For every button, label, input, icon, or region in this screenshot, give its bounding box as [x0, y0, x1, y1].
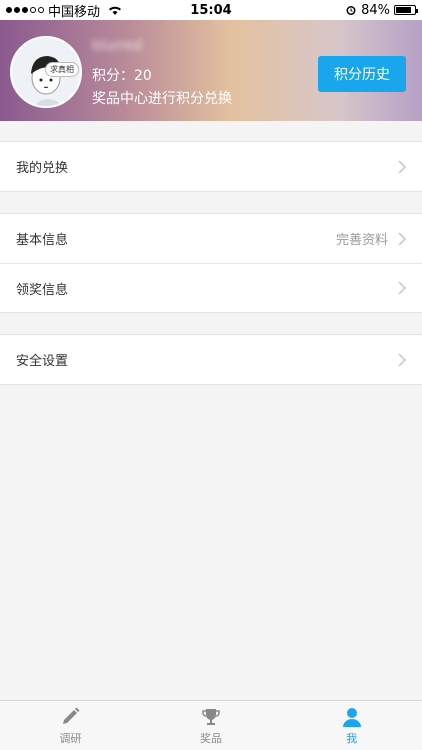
- chevron-right-icon: [398, 352, 406, 367]
- person-icon: [342, 707, 361, 727]
- status-right: 84%: [345, 2, 418, 18]
- tab-survey[interactable]: 调研: [0, 701, 141, 750]
- prize-info-label: 领奖信息: [16, 282, 69, 298]
- tab-prizes-label: 奖品: [200, 731, 222, 745]
- battery-icon: [394, 5, 418, 15]
- chevron-right-icon: [398, 231, 406, 246]
- my-exchange-row[interactable]: 我的兑换: [0, 142, 422, 191]
- tab-me-label: 我: [346, 731, 358, 745]
- points-label: 积分：20: [92, 68, 152, 84]
- basic-info-row[interactable]: 基本信息 完善资料: [0, 214, 422, 263]
- avatar[interactable]: 求真相: [10, 36, 82, 108]
- chevron-right-icon: [398, 159, 406, 174]
- points-history-button[interactable]: 积分历史: [318, 56, 406, 92]
- signal-icon: [6, 7, 44, 13]
- security-settings-label: 安全设置: [16, 354, 69, 369]
- pencil-icon: [63, 707, 80, 724]
- security-settings-row[interactable]: 安全设置: [0, 335, 422, 384]
- trophy-icon: [202, 708, 220, 725]
- security-group: 安全设置: [0, 334, 422, 385]
- my-exchange-label: 我的兑换: [16, 161, 69, 176]
- username: blurred: [92, 38, 143, 54]
- basic-info-label: 基本信息: [16, 233, 69, 248]
- status-left: 中国移动: [6, 1, 345, 20]
- tab-bar: 调研 奖品 我: [0, 700, 422, 750]
- chevron-right-icon: [398, 281, 406, 295]
- tab-survey-label: 调研: [59, 731, 82, 745]
- alarm-icon: [346, 6, 356, 15]
- avatar-tag: 求真相: [45, 62, 79, 77]
- status-bar: 中国移动 15:04 84%: [0, 0, 422, 20]
- wifi-icon: [108, 5, 122, 15]
- profile-header: 求真相 blurred 积分：20 奖品中心进行积分兑换 积分历史: [0, 20, 422, 121]
- complete-profile-hint: 完善资料: [335, 233, 388, 248]
- tab-prizes[interactable]: 奖品: [141, 701, 282, 750]
- battery-percent: 84%: [361, 2, 390, 18]
- prize-info-row[interactable]: 领奖信息: [0, 263, 422, 312]
- points-hint: 奖品中心进行积分兑换: [92, 91, 232, 107]
- exchange-group: 我的兑换: [0, 141, 422, 192]
- info-group: 基本信息 完善资料 领奖信息: [0, 213, 422, 313]
- carrier-label: 中国移动: [48, 4, 101, 20]
- tab-me[interactable]: 我: [281, 701, 422, 750]
